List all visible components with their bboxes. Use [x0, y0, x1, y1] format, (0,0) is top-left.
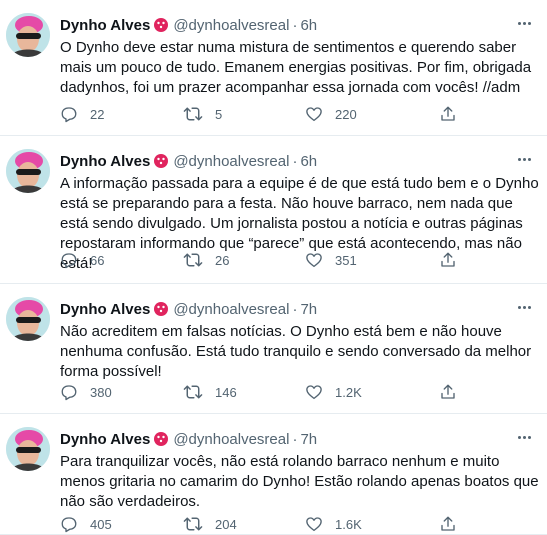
reply-count: 66 — [90, 252, 105, 268]
more-icon[interactable] — [513, 12, 535, 34]
user-handle[interactable]: @dynhoalvesreal — [173, 301, 289, 318]
user-name[interactable]: Dynho Alves — [60, 17, 150, 34]
reply-button[interactable]: 66 — [60, 250, 104, 270]
tweet-header: Dynho Alves @dynhoalvesreal · 7h — [60, 430, 537, 450]
share-button[interactable] — [439, 382, 469, 402]
retweet-icon — [183, 517, 203, 531]
retweet-count: 5 — [215, 106, 223, 122]
like-count: 1.6K — [335, 516, 362, 532]
share-icon — [441, 252, 455, 267]
user-handle[interactable]: @dynhoalvesreal — [173, 153, 289, 170]
like-count: 351 — [335, 252, 357, 268]
share-icon — [441, 106, 455, 121]
avatar[interactable] — [6, 149, 50, 193]
tweet[interactable]: Dynho Alves @dynhoalvesreal · 6h O Dynho de… — [0, 0, 547, 136]
tweet-text: O Dynho deve estar numa mistura de senti… — [60, 39, 532, 96]
reply-count: 380 — [90, 384, 112, 400]
retweet-count: 26 — [215, 252, 230, 268]
like-button[interactable]: 1.2K — [305, 382, 362, 402]
tweet[interactable]: Dynho Alves @dynhoalvesreal · 6h A informaç… — [0, 136, 547, 284]
share-icon — [441, 384, 455, 399]
tweet[interactable]: Dynho Alves @dynhoalvesreal · 7h Não acredi… — [0, 284, 547, 414]
verified-badge-icon — [153, 17, 169, 39]
reply-count: 22 — [90, 106, 105, 122]
reply-icon — [61, 253, 77, 269]
retweet-button[interactable]: 26 — [183, 250, 229, 270]
like-count: 1.2K — [335, 384, 362, 400]
reply-icon — [61, 385, 77, 401]
more-icon[interactable] — [513, 296, 535, 318]
tweet-text: Não acreditem em falsas notícias. O Dynh… — [60, 323, 532, 380]
tweet-actions: 405 204 1.6K — [60, 514, 480, 534]
retweet-button[interactable]: 5 — [183, 104, 222, 124]
like-button[interactable]: 351 — [305, 250, 357, 270]
avatar[interactable] — [6, 427, 50, 471]
tweet-time[interactable]: 6h — [300, 17, 317, 34]
like-button[interactable]: 1.6K — [305, 514, 362, 534]
tweet-header: Dynho Alves @dynhoalvesreal · 6h — [60, 152, 537, 172]
retweet-button[interactable]: 146 — [183, 382, 237, 402]
tweet-text: Para tranquilizar vocês, não está roland… — [60, 453, 539, 510]
tweet-header: Dynho Alves @dynhoalvesreal · 7h — [60, 300, 537, 320]
retweet-icon — [183, 253, 203, 267]
user-handle[interactable]: @dynhoalvesreal — [173, 17, 289, 34]
verified-badge-icon — [153, 153, 169, 175]
like-icon — [306, 517, 322, 532]
reply-icon — [61, 517, 77, 533]
retweet-count: 146 — [215, 384, 237, 400]
user-name[interactable]: Dynho Alves — [60, 153, 150, 170]
retweet-count: 204 — [215, 516, 237, 532]
tweet-actions: 22 5 220 — [60, 104, 480, 124]
retweet-icon — [183, 107, 203, 121]
reply-button[interactable]: 380 — [60, 382, 112, 402]
retweet-button[interactable]: 204 — [183, 514, 237, 534]
reply-icon — [61, 107, 77, 123]
tweet-time[interactable]: 6h — [300, 153, 317, 170]
share-button[interactable] — [439, 104, 469, 124]
user-name[interactable]: Dynho Alves — [60, 301, 150, 318]
separator-dot: · — [292, 301, 298, 318]
tweet-actions: 66 26 351 — [60, 250, 480, 270]
separator-dot: · — [292, 431, 298, 448]
tweet[interactable]: Dynho Alves @dynhoalvesreal · 7h Para tranq… — [0, 414, 547, 535]
separator-dot: · — [292, 17, 298, 34]
tweet-actions: 380 146 1.2K — [60, 382, 480, 402]
retweet-icon — [183, 385, 203, 399]
verified-badge-icon — [153, 301, 169, 323]
tweet-header: Dynho Alves @dynhoalvesreal · 6h — [60, 16, 537, 36]
user-handle[interactable]: @dynhoalvesreal — [173, 431, 289, 448]
tweet-time[interactable]: 7h — [300, 431, 317, 448]
share-icon — [441, 516, 455, 531]
separator-dot: · — [292, 153, 298, 170]
reply-button[interactable]: 22 — [60, 104, 104, 124]
more-icon[interactable] — [513, 148, 535, 170]
avatar[interactable] — [6, 13, 50, 57]
like-button[interactable]: 220 — [305, 104, 357, 124]
verified-badge-icon — [153, 431, 169, 453]
share-button[interactable] — [439, 250, 469, 270]
avatar[interactable] — [6, 297, 50, 341]
like-icon — [306, 107, 322, 122]
like-icon — [306, 385, 322, 400]
tweet-time[interactable]: 7h — [300, 301, 317, 318]
like-count: 220 — [335, 106, 357, 122]
share-button[interactable] — [439, 514, 469, 534]
like-icon — [306, 253, 322, 268]
reply-count: 405 — [90, 516, 112, 532]
reply-button[interactable]: 405 — [60, 514, 112, 534]
more-icon[interactable] — [513, 426, 535, 448]
user-name[interactable]: Dynho Alves — [60, 431, 150, 448]
